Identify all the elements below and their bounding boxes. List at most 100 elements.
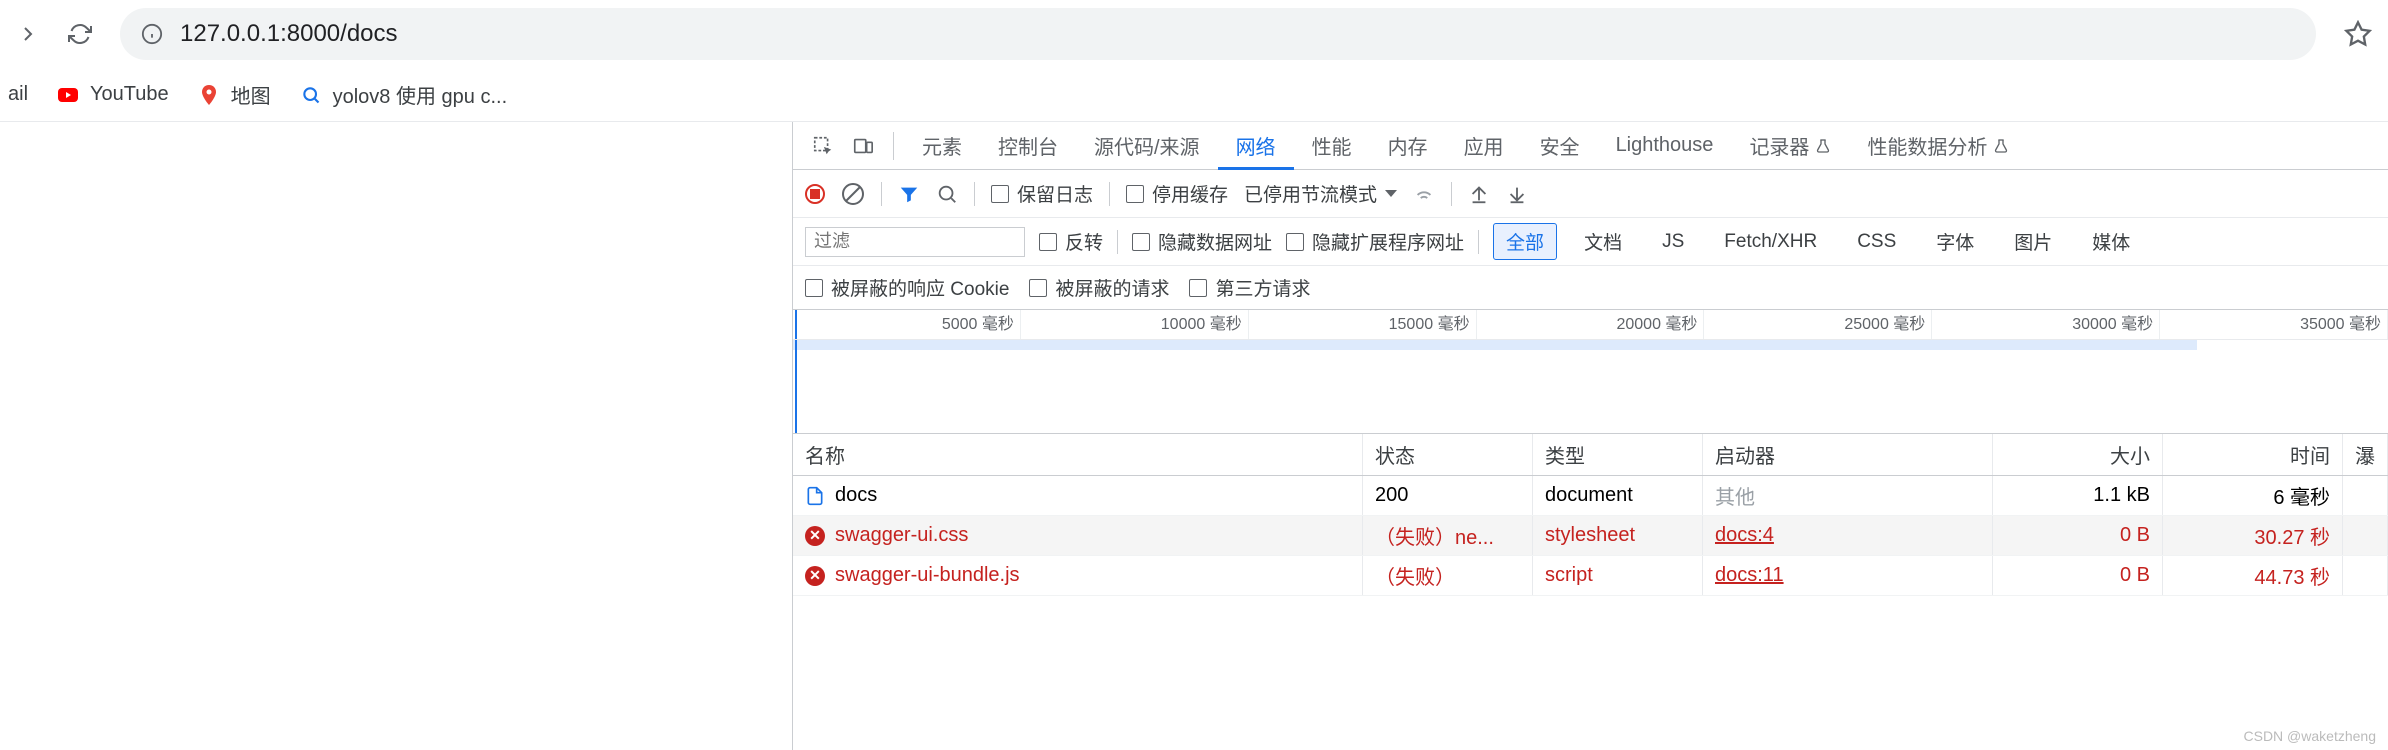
search-icon[interactable] [936, 183, 958, 205]
filter-chip-media[interactable]: 媒体 [2079, 223, 2143, 260]
table-header: 名称 状态 类型 启动器 大小 时间 瀑 [793, 434, 2388, 476]
tab-perf-insights[interactable]: 性能数据分析 [1849, 122, 2027, 170]
ruler-tick: 10000 毫秒 [1021, 310, 1249, 339]
error-icon: ✕ [805, 526, 825, 546]
bookmark-maps[interactable]: 地图 [197, 80, 271, 109]
error-icon: ✕ [805, 566, 825, 586]
flask-icon [1993, 138, 2009, 154]
filter-input[interactable] [805, 227, 1025, 257]
tab-performance[interactable]: 性能 [1294, 122, 1370, 170]
record-button[interactable] [805, 184, 825, 204]
divider [881, 182, 882, 206]
network-toolbar: 保留日志 停用缓存 已停用节流模式 [793, 170, 2388, 218]
invert-checkbox[interactable]: 反转 [1039, 228, 1103, 255]
ruler-tick: 35000 毫秒 [2160, 310, 2388, 339]
filter-chip-font[interactable]: 字体 [1923, 223, 1987, 260]
tab-security[interactable]: 安全 [1522, 122, 1598, 170]
device-toggle-icon[interactable] [843, 126, 883, 166]
reload-button[interactable] [60, 14, 100, 54]
network-table: 名称 状态 类型 启动器 大小 时间 瀑 docs200document其他1.… [793, 434, 2388, 750]
table-row[interactable]: docs200document其他1.1 kB6 毫秒 [793, 476, 2388, 516]
filter-chip-img[interactable]: 图片 [2001, 223, 2065, 260]
timeline-track [793, 340, 2388, 434]
throttling-select[interactable]: 已停用节流模式 [1244, 180, 1397, 207]
cell-name: ✕swagger-ui-bundle.js [793, 556, 1363, 595]
wifi-icon[interactable] [1413, 183, 1435, 205]
watermark: CSDN @waketzheng [2244, 728, 2377, 744]
filter-icon[interactable] [898, 183, 920, 205]
filter-chip-all[interactable]: 全部 [1493, 223, 1557, 260]
bookmark-star-icon[interactable] [2344, 20, 2372, 48]
ruler-tick: 20000 毫秒 [1477, 310, 1705, 339]
tab-recorder[interactable]: 记录器 [1731, 122, 1849, 170]
divider [893, 132, 894, 160]
cell-type: document [1533, 476, 1703, 515]
bookmark-label: yolov8 使用 gpu c... [333, 80, 508, 109]
clear-button[interactable] [841, 182, 865, 206]
main-area: 元素 控制台 源代码/来源 网络 性能 内存 应用 安全 Lighthouse … [0, 122, 2388, 750]
hide-ext-urls-checkbox[interactable]: 隐藏扩展程序网址 [1286, 228, 1464, 255]
cell-initiator[interactable]: docs:11 [1703, 556, 1993, 595]
cell-initiator[interactable]: 其他 [1703, 476, 1993, 515]
col-initiator[interactable]: 启动器 [1703, 434, 1993, 475]
bookmark-label: 地图 [231, 80, 271, 109]
ruler-tick: 5000 毫秒 [793, 310, 1021, 339]
filter-chip-js[interactable]: JS [1649, 226, 1697, 258]
flask-icon [1815, 138, 1831, 154]
maps-icon [197, 83, 221, 107]
bookmark-search[interactable]: yolov8 使用 gpu c... [299, 80, 508, 109]
tab-network[interactable]: 网络 [1218, 122, 1294, 170]
col-name[interactable]: 名称 [793, 434, 1363, 475]
forward-button[interactable] [8, 14, 48, 54]
tab-lighthouse[interactable]: Lighthouse [1598, 122, 1732, 170]
blocked-cookies-checkbox[interactable]: 被屏蔽的响应 Cookie [805, 274, 1009, 301]
filter-chip-fetch[interactable]: Fetch/XHR [1711, 226, 1830, 258]
disable-cache-checkbox[interactable]: 停用缓存 [1126, 180, 1228, 207]
network-timeline[interactable]: 5000 毫秒 10000 毫秒 15000 毫秒 20000 毫秒 25000… [793, 310, 2388, 434]
bookmark-youtube[interactable]: YouTube [56, 83, 169, 107]
third-party-checkbox[interactable]: 第三方请求 [1189, 274, 1310, 301]
col-size[interactable]: 大小 [1993, 434, 2163, 475]
document-icon [805, 486, 825, 506]
blocked-requests-checkbox[interactable]: 被屏蔽的请求 [1029, 274, 1169, 301]
cell-name: docs [793, 476, 1363, 515]
table-row[interactable]: ✕swagger-ui.css（失败）ne...stylesheetdocs:4… [793, 516, 2388, 556]
ruler-tick: 25000 毫秒 [1704, 310, 1932, 339]
inspect-icon[interactable] [803, 126, 843, 166]
upload-icon[interactable] [1468, 183, 1490, 205]
bookmarks-bar: ail YouTube 地图 yolov8 使用 gpu c... [0, 68, 2388, 122]
col-waterfall[interactable]: 瀑 [2343, 434, 2388, 475]
bookmark-label: YouTube [90, 83, 169, 106]
timeline-ruler: 5000 毫秒 10000 毫秒 15000 毫秒 20000 毫秒 25000… [793, 310, 2388, 340]
col-status[interactable]: 状态 [1363, 434, 1533, 475]
divider [1451, 182, 1452, 206]
tab-elements[interactable]: 元素 [904, 122, 980, 170]
bookmark-label: ail [8, 83, 28, 106]
site-info-icon[interactable] [140, 22, 164, 46]
ruler-tick: 15000 毫秒 [1249, 310, 1477, 339]
tab-console[interactable]: 控制台 [980, 122, 1076, 170]
divider [1478, 230, 1479, 254]
bookmark-gmail[interactable]: ail [8, 83, 28, 106]
tab-application[interactable]: 应用 [1446, 122, 1522, 170]
divider [974, 182, 975, 206]
table-row[interactable]: ✕swagger-ui-bundle.js（失败）scriptdocs:110 … [793, 556, 2388, 596]
address-bar[interactable]: 127.0.0.1:8000/docs [120, 8, 2316, 60]
hide-data-urls-checkbox[interactable]: 隐藏数据网址 [1132, 228, 1272, 255]
cell-type: stylesheet [1533, 516, 1703, 555]
cell-status: （失败） [1363, 556, 1533, 595]
cell-waterfall [2343, 556, 2388, 595]
cell-status: （失败）ne... [1363, 516, 1533, 555]
cell-initiator[interactable]: docs:4 [1703, 516, 1993, 555]
preserve-log-checkbox[interactable]: 保留日志 [991, 180, 1093, 207]
ruler-tick: 30000 毫秒 [1932, 310, 2160, 339]
filter-chip-doc[interactable]: 文档 [1571, 223, 1635, 260]
col-type[interactable]: 类型 [1533, 434, 1703, 475]
tab-sources[interactable]: 源代码/来源 [1076, 122, 1218, 170]
filter-chip-css[interactable]: CSS [1844, 226, 1909, 258]
download-icon[interactable] [1506, 183, 1528, 205]
url-text: 127.0.0.1:8000/docs [180, 20, 398, 48]
col-time[interactable]: 时间 [2163, 434, 2343, 475]
tab-memory[interactable]: 内存 [1370, 122, 1446, 170]
search-icon [299, 83, 323, 107]
